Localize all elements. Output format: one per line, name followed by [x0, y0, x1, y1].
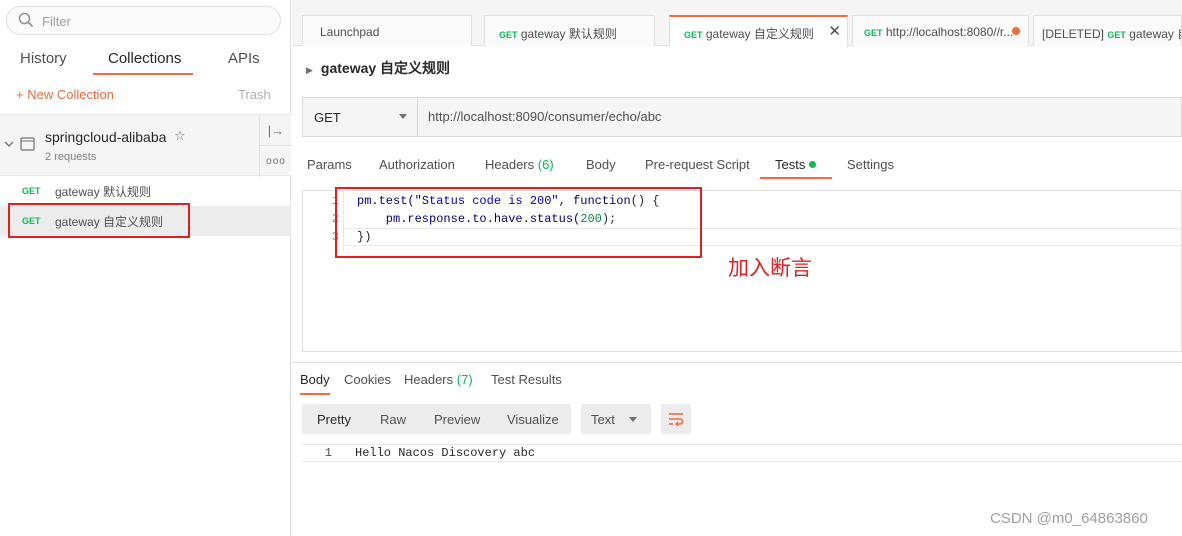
- wrap-icon: [669, 413, 684, 427]
- response-text: Hello Nacos Discovery abc: [355, 446, 536, 460]
- tab-apis[interactable]: APIs: [228, 50, 260, 67]
- subtab-settings[interactable]: Settings: [847, 157, 894, 172]
- method-value: GET: [314, 110, 341, 125]
- request-title-text: gateway 自定义规则: [320, 60, 451, 76]
- tab-label: GET gateway 自定义规则: [684, 25, 814, 42]
- response-type-select[interactable]: Text: [581, 404, 651, 434]
- watermark: CSDN @m0_64863860: [990, 510, 1148, 527]
- collection-name: springcloud-alibaba: [45, 129, 167, 145]
- format-visualize[interactable]: Visualize: [507, 412, 559, 427]
- tab-title: gateway 自...: [1129, 27, 1181, 41]
- url-input[interactable]: http://localhost:8090/consumer/echo/abc: [428, 109, 661, 124]
- collection-actions: |→ ooo: [259, 115, 292, 177]
- subtab-headers-label: Headers: [485, 157, 535, 172]
- url-bar: GET http://localhost:8090/consumer/echo/…: [302, 97, 1182, 137]
- unsaved-dot: [1012, 27, 1020, 35]
- tab-launchpad[interactable]: Launchpad: [302, 15, 472, 46]
- response-tabs: Body Cookies Headers (7) Test Results: [292, 362, 1182, 395]
- response-tab-body[interactable]: Body: [300, 372, 330, 387]
- tab-label: [DELETED] GET gateway 自...: [1042, 25, 1181, 42]
- subtab-authorization[interactable]: Authorization: [379, 157, 455, 172]
- method-badge: GET: [499, 30, 518, 40]
- tab-label: GET http://localhost:8080//r...: [864, 25, 1013, 39]
- headers-count: (6): [537, 157, 554, 172]
- status-dot: [809, 161, 817, 168]
- sidebar-request-item[interactable]: GET gateway 默认规则: [0, 176, 291, 206]
- tab-history[interactable]: History: [20, 50, 67, 67]
- main-panel: Launchpad GET gateway 默认规则 GET gateway 自…: [292, 0, 1182, 536]
- tab-label: Launchpad: [320, 25, 380, 39]
- tab-deleted[interactable]: [DELETED] GET gateway 自...: [1033, 15, 1182, 46]
- response-tab-cookies[interactable]: Cookies: [344, 372, 391, 387]
- active-subtab-indicator: [760, 177, 832, 179]
- response-headers-count: (7): [456, 372, 473, 387]
- share-icon[interactable]: |→: [260, 115, 292, 146]
- tab-title: http://localhost:8080//r...: [885, 25, 1014, 39]
- format-raw[interactable]: Raw: [380, 412, 406, 427]
- tab-request-unsaved[interactable]: GET http://localhost:8080//r...: [852, 15, 1029, 46]
- method-select[interactable]: GET: [303, 98, 418, 136]
- response-tab-test-results[interactable]: Test Results: [491, 372, 562, 387]
- response-type-value: Text: [591, 412, 615, 427]
- wrap-lines-button[interactable]: [661, 404, 691, 434]
- chevron-down-icon[interactable]: [4, 139, 14, 149]
- request-tabbar: Launchpad GET gateway 默认规则 GET gateway 自…: [292, 0, 1182, 47]
- response-body[interactable]: 1 Hello Nacos Discovery abc: [302, 444, 1182, 462]
- deleted-prefix: [DELETED]: [1042, 27, 1105, 41]
- tab-request[interactable]: GET gateway 默认规则: [484, 15, 655, 46]
- caret-right-icon[interactable]: ▶: [306, 65, 313, 75]
- close-icon[interactable]: ✕: [828, 22, 841, 40]
- search-icon: [18, 12, 34, 28]
- subtab-tests-label: Tests: [775, 157, 806, 172]
- tab-request-active[interactable]: GET gateway 自定义规则 ✕: [669, 15, 848, 47]
- response-tab-headers[interactable]: Headers (7): [404, 372, 473, 387]
- request-subtabs: Params Authorization Headers (6) Body Pr…: [292, 150, 1182, 182]
- filter-input[interactable]: [42, 11, 262, 31]
- method-badge: GET: [1107, 30, 1126, 40]
- more-icon[interactable]: ooo: [260, 146, 292, 177]
- response-headers-label: Headers: [404, 372, 454, 387]
- active-tab-indicator: [93, 73, 193, 75]
- subtab-body[interactable]: Body: [586, 157, 616, 172]
- caret-down-icon: [399, 114, 407, 119]
- method-badge: GET: [864, 28, 883, 38]
- new-collection-button[interactable]: + New Collection: [16, 87, 114, 102]
- star-icon[interactable]: ☆: [174, 128, 186, 144]
- line-number: 1: [324, 446, 332, 460]
- format-group: Pretty Raw Preview Visualize: [302, 404, 571, 434]
- sidebar: History Collections APIs + New Collectio…: [0, 0, 292, 536]
- filter-box[interactable]: [6, 6, 281, 35]
- folder-icon: [20, 137, 35, 151]
- method-badge: GET: [22, 186, 41, 196]
- trash-button[interactable]: Trash: [238, 87, 271, 102]
- tab-collections[interactable]: Collections: [108, 50, 181, 67]
- active-response-tab-indicator: [300, 393, 330, 395]
- method-badge: GET: [684, 30, 703, 40]
- subtab-tests[interactable]: Tests: [775, 157, 817, 172]
- subtab-headers[interactable]: Headers (6): [485, 157, 554, 172]
- highlight-box: [335, 187, 702, 258]
- tab-title: gateway 默认规则: [520, 27, 617, 41]
- subtab-params[interactable]: Params: [307, 157, 352, 172]
- annotation-text: 加入断言: [728, 256, 812, 280]
- tab-title: gateway 自定义规则: [705, 27, 814, 41]
- sidebar-tabs: History Collections APIs: [0, 44, 291, 76]
- caret-down-icon: [629, 417, 637, 422]
- tab-label: GET gateway 默认规则: [499, 25, 617, 42]
- request-title[interactable]: ▶ gateway 自定义规则: [306, 58, 450, 78]
- format-pretty[interactable]: Pretty: [317, 412, 351, 427]
- collection-request-count: 2 requests: [45, 151, 97, 163]
- request-name: gateway 默认规则: [55, 185, 152, 199]
- format-preview[interactable]: Preview: [434, 412, 480, 427]
- highlight-box: [8, 203, 190, 238]
- subtab-prerequest[interactable]: Pre-request Script: [645, 157, 750, 172]
- collection-row[interactable]: springcloud-alibaba ☆ 2 requests |→ ooo: [0, 114, 292, 177]
